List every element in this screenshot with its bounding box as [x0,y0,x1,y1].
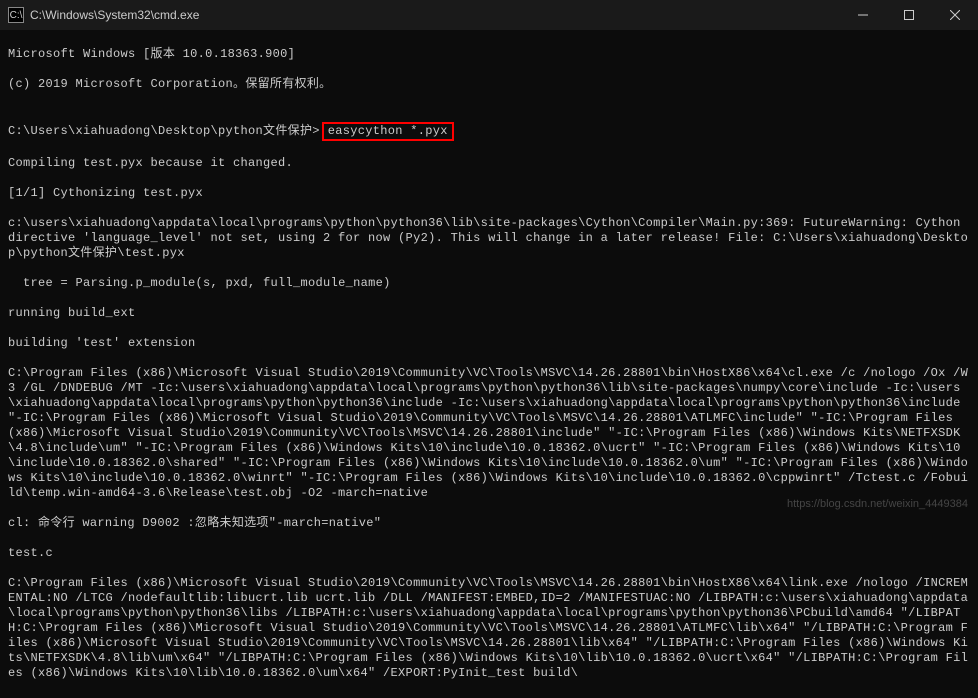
output-line: tree = Parsing.p_module(s, pxd, full_mod… [8,276,970,291]
output-line: cl: 命令行 warning D9002 :忽略未知选项"-march=nat… [8,516,970,531]
output-line: (c) 2019 Microsoft Corporation。保留所有权利。 [8,77,970,92]
output-line: running build_ext [8,306,970,321]
command-highlight: easycython *.pyx [322,122,454,141]
output-line: C:\Program Files (x86)\Microsoft Visual … [8,366,970,501]
watermark: https://blog.csdn.net/weixin_4449384 [787,498,968,510]
close-icon [950,10,960,20]
window-controls [840,0,978,30]
output-line: Compiling test.pyx because it changed. [8,156,970,171]
output-line: Microsoft Windows [版本 10.0.18363.900] [8,47,970,62]
minimize-button[interactable] [840,0,886,30]
minimize-icon [858,10,868,20]
window-title: C:\Windows\System32\cmd.exe [30,8,199,22]
output-line: c:\users\xiahuadong\appdata\local\progra… [8,216,970,261]
maximize-button[interactable] [886,0,932,30]
prompt-path: C:\Users\xiahuadong\Desktop\python文件保护> [8,124,320,138]
output-line: C:\Program Files (x86)\Microsoft Visual … [8,576,970,681]
prompt-line: C:\Users\xiahuadong\Desktop\python文件保护>e… [8,122,970,141]
cmd-icon: C:\ [8,7,24,23]
titlebar: C:\ C:\Windows\System32\cmd.exe [0,0,978,30]
terminal-output[interactable]: Microsoft Windows [版本 10.0.18363.900] (c… [0,30,978,698]
maximize-icon [904,10,914,20]
titlebar-left: C:\ C:\Windows\System32\cmd.exe [8,7,199,23]
close-button[interactable] [932,0,978,30]
output-line: building 'test' extension [8,336,970,351]
output-line: [1/1] Cythonizing test.pyx [8,186,970,201]
output-line: test.c [8,546,970,561]
